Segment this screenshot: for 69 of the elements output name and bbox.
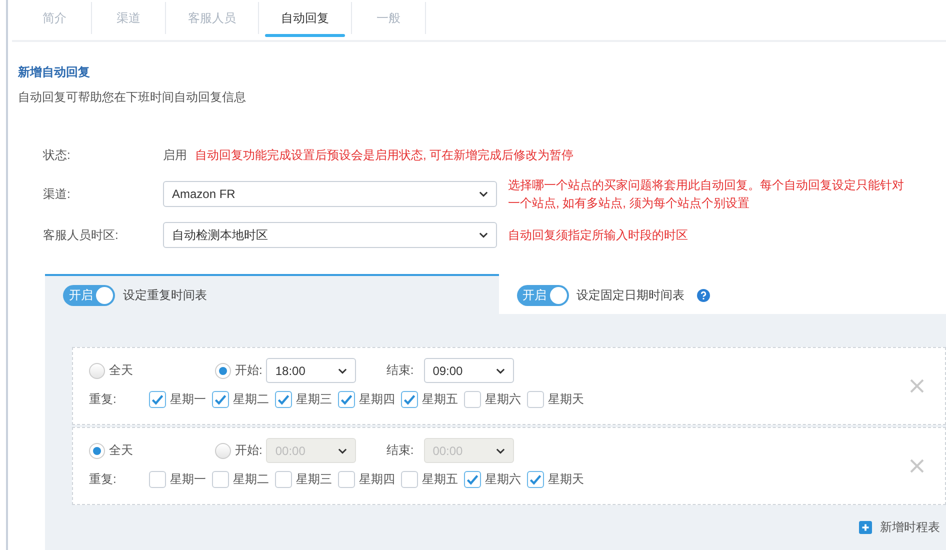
field-label: 状态:: [43, 146, 72, 164]
radio-button[interactable]: [215, 362, 231, 378]
radio-button[interactable]: [89, 362, 105, 378]
checkbox[interactable]: [464, 391, 481, 408]
radio-label: 全天: [109, 442, 133, 459]
checkbox-label: 星期五: [422, 391, 458, 408]
checkbox-label: 星期二: [233, 471, 269, 488]
checkbox[interactable]: [338, 471, 355, 488]
chevron-down-icon: [338, 368, 348, 374]
plus-icon: [859, 521, 872, 534]
select-field[interactable]: 自动检测本地时区: [163, 222, 497, 248]
checkbox[interactable]: [527, 471, 544, 488]
schedule-tab-label: 设定重复时间表: [123, 286, 207, 304]
schedule-tab[interactable]: 开启 设定固定日期时间表: [498, 274, 946, 314]
checkbox[interactable]: [401, 471, 418, 488]
status-value: 启用: [163, 146, 187, 164]
radio-button[interactable]: [89, 442, 105, 458]
close-icon[interactable]: [909, 378, 925, 394]
schedule-tab-label: 设定固定日期时间表: [576, 286, 684, 304]
note-text: 自动回复须指定所输入时段的时区: [508, 227, 689, 244]
checkbox[interactable]: [149, 471, 166, 488]
radio-label: 全天: [109, 362, 133, 379]
note-text: 选择哪一个站点的买家问题将套用此自动回复。每个自动回复设定只能针对一个站点, 如有多站点, 须为每个站点个别设置: [508, 177, 905, 212]
checkbox[interactable]: [464, 471, 481, 488]
section-heading: 新增自动回复: [18, 64, 91, 81]
checkbox[interactable]: [149, 391, 166, 408]
checkbox-label: 星期一: [170, 471, 206, 488]
checkbox-label: 星期一: [170, 391, 206, 408]
chevron-down-icon: [496, 448, 505, 454]
field-label: 结束:: [386, 362, 414, 379]
checkbox-label: 星期五: [422, 471, 458, 488]
note-text: 自动回复功能完成设置后预设会是启用状态, 可在新增完成后修改为暂停: [195, 147, 574, 164]
checkbox-label: 星期三: [296, 391, 332, 408]
radio-label: 开始:: [235, 442, 262, 459]
checkbox-label: 星期六: [485, 391, 521, 408]
checkbox-label: 星期二: [233, 391, 269, 408]
select-field[interactable]: Amazon FR: [163, 181, 497, 207]
checkbox[interactable]: [275, 471, 292, 488]
section-description: 自动回复可帮助您在下班时间自动回复信息: [18, 89, 247, 106]
checkbox-label: 星期天: [548, 391, 584, 408]
radio-label: 开始:: [235, 362, 262, 379]
radio-button[interactable]: [215, 442, 231, 458]
help-icon[interactable]: [696, 288, 710, 302]
field-label: 结束:: [386, 442, 414, 459]
chevron-down-icon: [338, 448, 348, 454]
tab[interactable]: 自动回复: [259, 2, 352, 34]
time-select[interactable]: 18:00: [266, 358, 356, 383]
checkbox[interactable]: [212, 391, 229, 408]
checkbox-label: 星期四: [359, 391, 395, 408]
chevron-down-icon: [496, 368, 505, 374]
close-icon[interactable]: [909, 458, 925, 474]
field-label: 渠道:: [43, 186, 72, 202]
checkbox-label: 星期四: [359, 471, 395, 488]
chevron-down-icon: [479, 232, 488, 238]
field-label: 客服人员时区:: [43, 226, 120, 244]
checkbox[interactable]: [275, 391, 292, 408]
add-schedule-button[interactable]: 新增时程表: [859, 519, 940, 536]
schedule-tab[interactable]: 开启 设定重复时间表: [45, 274, 498, 314]
checkbox-label: 星期天: [548, 471, 584, 488]
chevron-down-icon: [479, 191, 488, 197]
checkbox[interactable]: [527, 391, 544, 408]
checkbox[interactable]: [212, 471, 229, 488]
checkbox[interactable]: [401, 391, 418, 408]
time-select[interactable]: 09:00: [424, 358, 514, 383]
checkbox-label: 星期六: [485, 471, 521, 488]
field-label: 重复:: [89, 391, 118, 408]
checkbox-label: 星期三: [296, 471, 332, 488]
field-label: 重复:: [89, 471, 118, 488]
checkbox[interactable]: [338, 391, 355, 408]
